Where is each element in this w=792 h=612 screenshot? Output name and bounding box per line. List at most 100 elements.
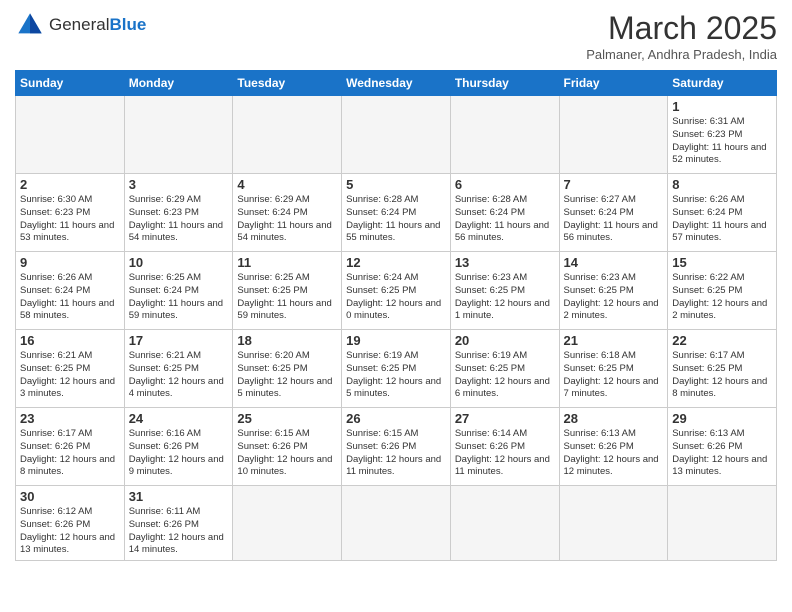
day-info: Sunrise: 6:18 AM Sunset: 6:25 PM Dayligh… (564, 350, 664, 401)
calendar-cell: 11 Sunrise: 6:25 AM Sunset: 6:25 PM Dayli… (233, 252, 342, 330)
calendar-cell (233, 96, 342, 174)
col-header-thursday: Thursday (450, 71, 559, 96)
calendar-cell (668, 486, 777, 561)
day-number: 3 (129, 177, 229, 192)
calendar-cell: 10Sunrise: 6:25 AM Sunset: 6:24 PM Dayli… (124, 252, 233, 330)
calendar-week-row: 30Sunrise: 6:12 AM Sunset: 6:26 PM Dayli… (16, 486, 777, 561)
calendar-cell: 20Sunrise: 6:19 AM Sunset: 6:25 PM Dayli… (450, 330, 559, 408)
calendar-week-row: 16 Sunrise: 6:21 AM Sunset: 6:25 PM Dayli… (16, 330, 777, 408)
day-number: 26 (346, 411, 446, 426)
calendar-cell (342, 96, 451, 174)
day-info: Sunrise: 6:28 AM Sunset: 6:24 PM Dayligh… (346, 194, 446, 245)
day-info: Sunrise: 6:14 AM Sunset: 6:26 PM Dayligh… (455, 428, 555, 479)
page-header: GeneralBlue March 2025 Palmaner, Andhra … (15, 10, 777, 62)
day-number: 27 (455, 411, 555, 426)
day-number: 31 (129, 489, 229, 504)
col-header-friday: Friday (559, 71, 668, 96)
calendar-week-row: 9 Sunrise: 6:26 AM Sunset: 6:24 PM Daylig… (16, 252, 777, 330)
calendar-cell: 6Sunrise: 6:28 AM Sunset: 6:24 PM Daylig… (450, 174, 559, 252)
day-info: Sunrise: 6:28 AM Sunset: 6:24 PM Dayligh… (455, 194, 555, 245)
calendar-cell: 29Sunrise: 6:13 AM Sunset: 6:26 PM Dayli… (668, 408, 777, 486)
day-number: 24 (129, 411, 229, 426)
day-number: 2 (20, 177, 120, 192)
day-info: Sunrise: 6:17 AM Sunset: 6:25 PM Dayligh… (672, 350, 772, 401)
calendar-cell: 15Sunrise: 6:22 AM Sunset: 6:25 PM Dayli… (668, 252, 777, 330)
day-info: Sunrise: 6:13 AM Sunset: 6:26 PM Dayligh… (672, 428, 772, 479)
day-info: Sunrise: 6:25 AM Sunset: 6:25 PM Dayligh… (237, 272, 337, 323)
day-info: Sunrise: 6:24 AM Sunset: 6:25 PM Dayligh… (346, 272, 446, 323)
day-info: Sunrise: 6:15 AM Sunset: 6:26 PM Dayligh… (237, 428, 337, 479)
day-info: Sunrise: 6:17 AM Sunset: 6:26 PM Dayligh… (20, 428, 120, 479)
day-info: Sunrise: 6:15 AM Sunset: 6:26 PM Dayligh… (346, 428, 446, 479)
title-block: March 2025 Palmaner, Andhra Pradesh, Ind… (586, 10, 777, 62)
day-info: Sunrise: 6:19 AM Sunset: 6:25 PM Dayligh… (346, 350, 446, 401)
logo-text: GeneralBlue (49, 15, 146, 35)
calendar-cell (233, 486, 342, 561)
day-number: 12 (346, 255, 446, 270)
day-number: 17 (129, 333, 229, 348)
calendar-cell: 23 Sunrise: 6:17 AM Sunset: 6:26 PM Dayli… (16, 408, 125, 486)
calendar-cell: 19 Sunrise: 6:19 AM Sunset: 6:25 PM Dayli… (342, 330, 451, 408)
day-number: 8 (672, 177, 772, 192)
calendar-cell: 18 Sunrise: 6:20 AM Sunset: 6:25 PM Dayli… (233, 330, 342, 408)
calendar-cell: 2 Sunrise: 6:30 AM Sunset: 6:23 PM Daylig… (16, 174, 125, 252)
calendar-cell (124, 96, 233, 174)
day-info: Sunrise: 6:20 AM Sunset: 6:25 PM Dayligh… (237, 350, 337, 401)
day-number: 13 (455, 255, 555, 270)
day-number: 11 (237, 255, 337, 270)
calendar-cell: 9 Sunrise: 6:26 AM Sunset: 6:24 PM Daylig… (16, 252, 125, 330)
calendar-cell: 14Sunrise: 6:23 AM Sunset: 6:25 PM Dayli… (559, 252, 668, 330)
col-header-saturday: Saturday (668, 71, 777, 96)
logo: GeneralBlue (15, 10, 146, 40)
day-number: 21 (564, 333, 664, 348)
day-number: 16 (20, 333, 120, 348)
logo-icon (15, 10, 45, 40)
calendar-week-row: 23 Sunrise: 6:17 AM Sunset: 6:26 PM Dayli… (16, 408, 777, 486)
calendar-page: GeneralBlue March 2025 Palmaner, Andhra … (0, 0, 792, 612)
calendar-cell: 25 Sunrise: 6:15 AM Sunset: 6:26 PM Dayli… (233, 408, 342, 486)
day-info: Sunrise: 6:23 AM Sunset: 6:25 PM Dayligh… (455, 272, 555, 323)
col-header-wednesday: Wednesday (342, 71, 451, 96)
calendar-cell: 22 Sunrise: 6:17 AM Sunset: 6:25 PM Dayli… (668, 330, 777, 408)
day-number: 18 (237, 333, 337, 348)
calendar-cell: 27 Sunrise: 6:14 AM Sunset: 6:26 PM Dayli… (450, 408, 559, 486)
col-header-sunday: Sunday (16, 71, 125, 96)
col-header-tuesday: Tuesday (233, 71, 342, 96)
day-info: Sunrise: 6:29 AM Sunset: 6:24 PM Dayligh… (237, 194, 337, 245)
day-number: 23 (20, 411, 120, 426)
day-number: 14 (564, 255, 664, 270)
day-number: 5 (346, 177, 446, 192)
day-info: Sunrise: 6:11 AM Sunset: 6:26 PM Dayligh… (129, 506, 229, 557)
calendar-cell: 17 Sunrise: 6:21 AM Sunset: 6:25 PM Dayli… (124, 330, 233, 408)
calendar-cell: 3 Sunrise: 6:29 AM Sunset: 6:23 PM Daylig… (124, 174, 233, 252)
calendar-cell (342, 486, 451, 561)
location-subtitle: Palmaner, Andhra Pradesh, India (586, 47, 777, 62)
day-info: Sunrise: 6:16 AM Sunset: 6:26 PM Dayligh… (129, 428, 229, 479)
calendar-cell: 16 Sunrise: 6:21 AM Sunset: 6:25 PM Dayli… (16, 330, 125, 408)
day-number: 25 (237, 411, 337, 426)
day-number: 19 (346, 333, 446, 348)
day-info: Sunrise: 6:21 AM Sunset: 6:25 PM Dayligh… (20, 350, 120, 401)
calendar-cell: 30Sunrise: 6:12 AM Sunset: 6:26 PM Dayli… (16, 486, 125, 561)
col-header-monday: Monday (124, 71, 233, 96)
day-info: Sunrise: 6:13 AM Sunset: 6:26 PM Dayligh… (564, 428, 664, 479)
calendar-cell: 24 Sunrise: 6:16 AM Sunset: 6:26 PM Dayli… (124, 408, 233, 486)
day-info: Sunrise: 6:26 AM Sunset: 6:24 PM Dayligh… (20, 272, 120, 323)
calendar-week-row: 1Sunrise: 6:31 AM Sunset: 6:23 PM Daylig… (16, 96, 777, 174)
calendar-cell: 8Sunrise: 6:26 AM Sunset: 6:24 PM Daylig… (668, 174, 777, 252)
day-info: Sunrise: 6:30 AM Sunset: 6:23 PM Dayligh… (20, 194, 120, 245)
day-number: 20 (455, 333, 555, 348)
calendar-cell: 7Sunrise: 6:27 AM Sunset: 6:24 PM Daylig… (559, 174, 668, 252)
day-info: Sunrise: 6:21 AM Sunset: 6:25 PM Dayligh… (129, 350, 229, 401)
day-number: 9 (20, 255, 120, 270)
day-number: 10 (129, 255, 229, 270)
day-number: 4 (237, 177, 337, 192)
day-info: Sunrise: 6:27 AM Sunset: 6:24 PM Dayligh… (564, 194, 664, 245)
day-number: 30 (20, 489, 120, 504)
day-number: 22 (672, 333, 772, 348)
day-info: Sunrise: 6:29 AM Sunset: 6:23 PM Dayligh… (129, 194, 229, 245)
calendar-cell: 4 Sunrise: 6:29 AM Sunset: 6:24 PM Daylig… (233, 174, 342, 252)
calendar-cell (450, 486, 559, 561)
calendar-cell: 21 Sunrise: 6:18 AM Sunset: 6:25 PM Dayli… (559, 330, 668, 408)
calendar-week-row: 2 Sunrise: 6:30 AM Sunset: 6:23 PM Daylig… (16, 174, 777, 252)
